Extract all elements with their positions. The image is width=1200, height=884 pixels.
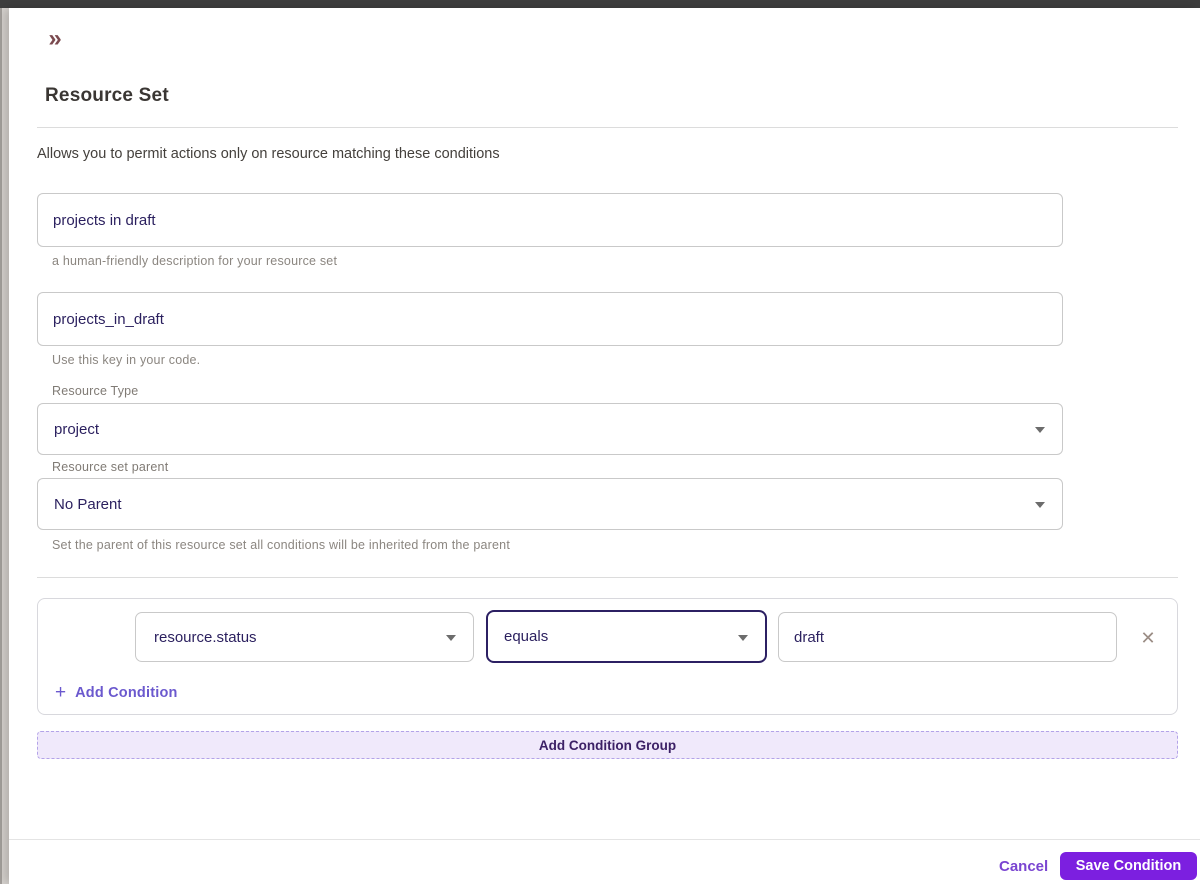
footer-divider (9, 839, 1200, 840)
chevron-down-icon (738, 634, 748, 641)
top-bar (0, 0, 1200, 8)
key-helper-text: Use this key in your code. (52, 353, 201, 367)
resource-set-page: » Resource Set Allows you to permit acti… (0, 0, 1200, 884)
resource-type-label: Resource Type (52, 384, 139, 398)
add-condition-group-button[interactable]: Add Condition Group (37, 731, 1178, 759)
name-helper-text: a human-friendly description for your re… (52, 254, 338, 268)
double-chevron-right-icon: » (48, 25, 62, 52)
resource-set-parent-label: Resource set parent (52, 460, 169, 474)
condition-attribute-select[interactable]: resource.status (135, 612, 474, 662)
add-condition-button[interactable]: + Add Condition (55, 681, 178, 705)
parent-value: No Parent (54, 495, 122, 513)
resource-type-value: project (54, 420, 100, 438)
plus-icon: + (55, 682, 67, 703)
chevron-down-icon (1035, 502, 1045, 508)
remove-condition-button[interactable]: ✕ (1133, 623, 1163, 653)
parent-helper-text: Set the parent of this resource set all … (52, 538, 511, 552)
add-condition-label: Add Condition (75, 685, 178, 701)
chevron-down-icon (1035, 427, 1045, 433)
description-text: Allows you to permit actions only on res… (37, 146, 500, 162)
divider (37, 577, 1178, 578)
save-condition-button[interactable]: Save Condition (1060, 852, 1197, 880)
background-page-edge (0, 8, 9, 884)
resource-set-name-input[interactable] (37, 193, 1063, 247)
resource-set-parent-select[interactable]: No Parent (37, 478, 1063, 530)
condition-value-input[interactable] (778, 612, 1117, 662)
cancel-button[interactable]: Cancel (995, 853, 1052, 879)
condition-group: resource.status equals ✕ + Add Condition (37, 598, 1178, 715)
page-title: Resource Set (45, 85, 169, 106)
divider (37, 127, 1178, 128)
resource-set-key-input[interactable] (37, 292, 1063, 346)
condition-operator-value: equals (504, 628, 549, 645)
collapse-drawer-button[interactable]: » (40, 24, 70, 54)
chevron-down-icon (446, 635, 456, 641)
close-icon: ✕ (1140, 628, 1156, 648)
condition-attribute-value: resource.status (154, 628, 257, 646)
condition-operator-select[interactable]: equals (486, 610, 767, 663)
resource-type-select[interactable]: project (37, 403, 1063, 455)
